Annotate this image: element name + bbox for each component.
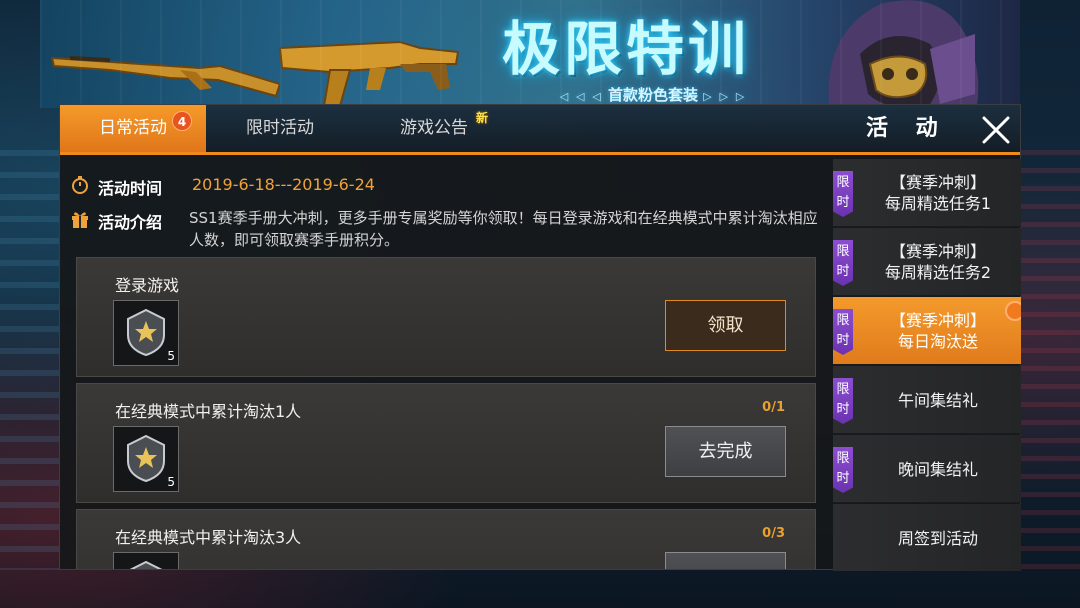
side-item-label: 【赛季冲刺】 每周精选任务1 [857, 159, 1019, 227]
side-item-line1: 周签到活动 [897, 528, 978, 548]
side-item-label: 周签到活动 [857, 504, 1019, 571]
side-item-noon-gift[interactable]: 限时 午间集结礼 [833, 366, 1021, 434]
side-item-line1: 【赛季冲刺】 [889, 173, 986, 192]
task-progress: 0/1 [762, 400, 785, 415]
activity-side-list: 限时 【赛季冲刺】 每周精选任务1 限时 【赛季冲刺】 每周精选任务2 限时 【… [833, 159, 1021, 571]
background-right-lights [1020, 150, 1080, 570]
side-item-line1: 【赛季冲刺】 [889, 311, 986, 330]
limited-time-tag: 限时 [833, 240, 853, 286]
limited-time-tag: 限时 [833, 378, 853, 424]
rifle-image [50, 56, 280, 98]
smg-image [278, 40, 460, 107]
limited-time-tag: 限时 [833, 171, 853, 217]
reward-item[interactable]: 5 [113, 426, 179, 492]
activity-intro-text: SS1赛季手册大冲刺，更多手册专属奖励等你领取！每日登录游戏和在经典模式中累计淘… [189, 209, 818, 249]
go-complete-button[interactable] [665, 552, 786, 569]
side-item-daily-elimination[interactable]: 限时 【赛季冲刺】 每日淘汰送 [833, 297, 1021, 365]
activity-panel: 日常活动 4 限时活动 游戏公告 新 活 动 活动时间 2019-6-18---… [59, 104, 1021, 571]
side-item-evening-gift[interactable]: 限时 晚间集结礼 [833, 435, 1021, 503]
rank-badge-icon [127, 434, 165, 483]
side-item-weekly-signin[interactable]: 周签到活动 [833, 504, 1021, 571]
side-item-line1: 午间集结礼 [897, 390, 978, 410]
task-row: 登录游戏 5 领取 [76, 257, 816, 377]
notification-badge: 4 [172, 111, 192, 131]
event-banner[interactable]: 极限特训 ◁ ◁ ◁ 首款粉色套装 ▷ ▷ ▷ [40, 0, 1020, 108]
task-list[interactable]: 登录游戏 5 领取 在经典模式中累计淘汰1人 0/1 5 去完成 在经典模式中累… [76, 257, 816, 569]
gift-icon [72, 212, 88, 228]
rank-badge-icon [127, 308, 165, 357]
task-row: 在经典模式中累计淘汰3人 0/3 [76, 509, 816, 569]
claim-button[interactable]: 领取 [665, 300, 786, 351]
task-name: 在经典模式中累计淘汰3人 [115, 528, 302, 547]
close-icon[interactable] [978, 112, 1014, 148]
activity-time-label: 活动时间 [98, 179, 163, 198]
reward-item[interactable] [113, 552, 179, 569]
limited-time-tag: 限时 [833, 309, 853, 355]
left-arrows-icon: ◁ ◁ ◁ [559, 90, 603, 103]
side-item-label: 午间集结礼 [857, 366, 1019, 434]
soldier-character-image [828, 0, 979, 108]
side-item-label: 晚间集结礼 [857, 435, 1019, 503]
rank-badge-icon [129, 560, 163, 569]
notification-dot [1005, 301, 1021, 321]
task-name: 在经典模式中累计淘汰1人 [115, 402, 302, 421]
new-tag: 新 [476, 111, 489, 125]
task-name: 登录游戏 [115, 276, 180, 295]
task-progress: 0/3 [762, 526, 785, 541]
side-item-line2: 每周精选任务1 [884, 194, 992, 213]
panel-title: 活 动 [866, 116, 948, 141]
side-item-line2: 每日淘汰送 [897, 332, 978, 351]
banner-subtitle: ◁ ◁ ◁ 首款粉色套装 ▷ ▷ ▷ [518, 84, 788, 105]
stopwatch-icon [72, 176, 88, 194]
side-item-label: 【赛季冲刺】 每日淘汰送 [857, 297, 1019, 365]
side-item-line1: 晚间集结礼 [897, 459, 978, 479]
go-complete-button[interactable]: 去完成 [665, 426, 786, 477]
banner-subtitle-text: 首款粉色套装 [607, 86, 698, 104]
tab-bar: 日常活动 4 限时活动 游戏公告 新 活 动 [60, 105, 1020, 155]
reward-count: 5 [167, 349, 175, 363]
right-arrows-icon: ▷ ▷ ▷ [703, 90, 747, 103]
tab-limited-activity[interactable]: 限时活动 [210, 105, 350, 152]
banner-title: 极限特训 [502, 15, 751, 83]
side-item-weekly-task-2[interactable]: 限时 【赛季冲刺】 每周精选任务2 [833, 228, 1021, 296]
task-row: 在经典模式中累计淘汰1人 0/1 5 去完成 [76, 383, 816, 503]
activity-intro-label: 活动介绍 [98, 213, 163, 232]
reward-item[interactable]: 5 [113, 300, 179, 366]
limited-time-tag: 限时 [833, 447, 853, 493]
side-item-weekly-task-1[interactable]: 限时 【赛季冲刺】 每周精选任务1 [833, 159, 1021, 227]
side-item-line1: 【赛季冲刺】 [889, 242, 986, 261]
background-left-lights [0, 150, 60, 570]
reward-count: 5 [167, 475, 175, 489]
side-item-label: 【赛季冲刺】 每周精选任务2 [857, 228, 1019, 296]
activity-time-value: 2019-6-18---2019-6-24 [192, 175, 375, 194]
side-item-line2: 每周精选任务2 [884, 263, 992, 282]
